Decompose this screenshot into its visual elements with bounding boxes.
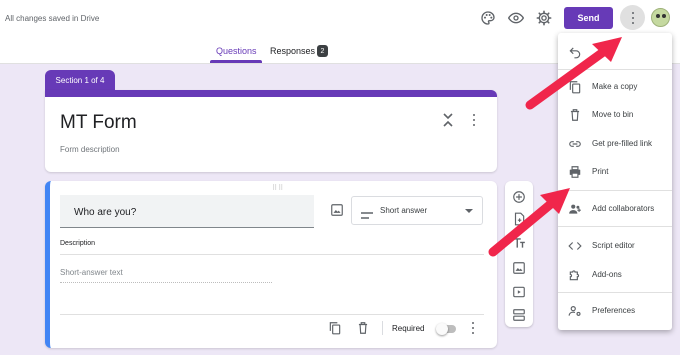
form-description-field[interactable]: Form description (60, 145, 120, 154)
add-image-icon[interactable] (330, 203, 344, 217)
question-title: Who are you? (74, 207, 137, 218)
add-section-icon[interactable] (512, 308, 526, 322)
menu-item-add-collaborators[interactable]: Add collaborators (558, 198, 672, 220)
puzzle-icon (568, 268, 582, 282)
add-question-icon[interactable] (512, 190, 526, 204)
question-card[interactable]: ⠿⠿ Who are you? Short answer Description… (45, 181, 497, 348)
avatar[interactable] (651, 8, 670, 27)
gear-icon[interactable] (534, 8, 554, 28)
responses-count-badge: 2 (317, 45, 328, 57)
send-button[interactable]: Send (564, 7, 613, 29)
duplicate-icon[interactable] (328, 321, 342, 335)
drag-handle-icon[interactable]: ⠿⠿ (272, 184, 284, 192)
required-label: Required (392, 324, 425, 333)
tab-questions[interactable]: Questions (216, 46, 257, 56)
menu-item-print[interactable]: Print (558, 161, 672, 183)
chevron-down-icon (465, 209, 473, 213)
person-settings-icon (568, 304, 582, 318)
menu-item-make-a-copy[interactable]: Make a copy (558, 76, 672, 98)
active-tab-indicator (210, 60, 262, 63)
menu-item-label: Add collaborators (592, 204, 655, 213)
divider (60, 254, 484, 255)
menu-item-preferences[interactable]: Preferences (558, 300, 672, 322)
import-questions-icon[interactable] (512, 212, 526, 226)
people-icon (568, 202, 582, 216)
menu-item-undo[interactable] (558, 41, 672, 63)
collapse-section-icon[interactable] (441, 111, 455, 129)
undo-icon (568, 45, 582, 59)
menu-item-get-pre-filled-link[interactable]: Get pre-filled link (558, 133, 672, 155)
palette-icon[interactable] (478, 8, 498, 28)
more-vertical-icon (630, 9, 636, 27)
form-title-card[interactable]: MT Form Form description (45, 90, 497, 172)
eye-icon[interactable] (506, 8, 526, 28)
question-more-icon[interactable] (470, 319, 476, 337)
menu-item-add-ons[interactable]: Add-ons (558, 264, 672, 286)
menu-item-move-to-bin[interactable]: Move to bin (558, 104, 672, 126)
description-label[interactable]: Description (60, 240, 95, 247)
code-icon (568, 239, 582, 253)
section-more-icon[interactable] (471, 111, 477, 129)
menu-item-label: Add-ons (592, 270, 622, 279)
short-answer-icon (361, 207, 373, 219)
divider (558, 190, 672, 191)
add-video-icon[interactable] (512, 285, 526, 299)
divider (60, 314, 484, 315)
print-icon (568, 165, 582, 179)
menu-item-label: Script editor (592, 241, 635, 250)
divider (558, 292, 672, 293)
menu-item-label: Print (592, 167, 609, 176)
question-type-select[interactable]: Short answer (351, 196, 483, 225)
question-title-field[interactable]: Who are you? (60, 195, 314, 228)
copy-icon (568, 80, 582, 94)
answer-placeholder: Short-answer text (60, 268, 123, 277)
link-icon (568, 137, 582, 151)
more-options-menu: Make a copy Move to bin Get pre-filled l… (558, 33, 672, 330)
required-toggle[interactable] (436, 323, 456, 335)
more-options-button[interactable] (620, 5, 645, 30)
delete-icon[interactable] (356, 321, 370, 335)
menu-item-label: Preferences (592, 306, 636, 315)
add-image-icon[interactable] (512, 261, 526, 275)
save-status: All changes saved in Drive (5, 14, 100, 23)
answer-underline (60, 282, 272, 283)
divider (382, 321, 383, 335)
divider (558, 69, 672, 70)
divider (558, 226, 672, 227)
menu-item-script-editor[interactable]: Script editor (558, 235, 672, 257)
trash-icon (568, 108, 582, 122)
add-title-icon[interactable] (512, 236, 526, 250)
menu-item-label: Move to bin (592, 110, 634, 119)
question-type-label: Short answer (380, 206, 428, 215)
menu-item-label: Make a copy (592, 82, 638, 91)
form-title[interactable]: MT Form (60, 112, 137, 134)
section-label: Section 1 of 4 (45, 70, 115, 90)
menu-item-label: Get pre-filled link (592, 139, 653, 148)
tab-responses[interactable]: Responses (270, 46, 315, 56)
floating-toolbar (505, 181, 533, 327)
